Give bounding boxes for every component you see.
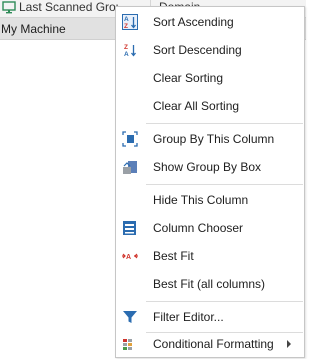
submenu-arrow-icon (287, 340, 291, 348)
menu-item-best-fit[interactable]: A Best Fit (116, 243, 304, 269)
menu-item-group-by-this-column[interactable]: Group By This Column (116, 126, 304, 152)
column-chooser-icon (122, 220, 138, 236)
svg-text:Z: Z (124, 23, 128, 30)
sort-descending-icon: Z A (122, 42, 138, 58)
menu-item-label: Sort Descending (153, 43, 242, 57)
menu-item-label: Best Fit (153, 249, 194, 263)
table-cell: My Machine (1, 22, 66, 36)
menu-separator (146, 184, 303, 185)
menu-item-label: Best Fit (all columns) (153, 277, 266, 291)
group-by-column-icon (122, 131, 138, 147)
menu-item-clear-sorting[interactable]: Clear Sorting (116, 65, 304, 91)
menu-item-conditional-formatting[interactable]: Conditional Formatting (116, 331, 304, 357)
svg-text:A: A (124, 16, 129, 23)
menu-separator (146, 123, 303, 124)
svg-text:A: A (124, 51, 129, 58)
menu-item-label: Filter Editor... (153, 310, 224, 324)
column-header-last-scanned-group[interactable]: Last Scanned Group (0, 0, 118, 17)
menu-separator (146, 301, 303, 302)
menu-item-label: Clear All Sorting (153, 99, 240, 113)
menu-item-label: Conditional Formatting (153, 337, 274, 351)
menu-item-label: Clear Sorting (153, 71, 224, 85)
menu-item-hide-this-column[interactable]: Hide This Column (116, 187, 304, 213)
menu-item-label: Show Group By Box (153, 160, 262, 174)
menu-item-label: Sort Ascending (153, 15, 234, 29)
sort-ascending-icon: A Z (122, 14, 138, 30)
best-fit-icon: A (122, 248, 138, 264)
column-header-label: Last Scanned Group (19, 0, 118, 14)
menu-item-label: Column Chooser (153, 221, 244, 235)
menu-item-label: Group By This Column (153, 132, 275, 146)
svg-text:Z: Z (124, 44, 128, 51)
conditional-formatting-icon (122, 336, 138, 352)
column-context-menu: A Z Sort Ascending Z A Sort Descending C… (115, 6, 305, 358)
menu-item-clear-all-sorting[interactable]: Clear All Sorting (116, 93, 304, 119)
monitor-icon (2, 1, 16, 17)
filter-icon (122, 309, 138, 325)
svg-text:A: A (126, 254, 131, 261)
menu-item-sort-descending[interactable]: Z A Sort Descending (116, 37, 304, 63)
menu-item-filter-editor[interactable]: Filter Editor... (116, 304, 304, 330)
menu-item-label: Hide This Column (153, 193, 249, 207)
menu-item-sort-ascending[interactable]: A Z Sort Ascending (116, 9, 304, 35)
menu-item-best-fit-all-columns[interactable]: Best Fit (all columns) (116, 271, 304, 297)
group-by-box-icon (122, 159, 138, 175)
menu-item-column-chooser[interactable]: Column Chooser (116, 215, 304, 241)
menu-item-show-group-by-box[interactable]: Show Group By Box (116, 154, 304, 180)
